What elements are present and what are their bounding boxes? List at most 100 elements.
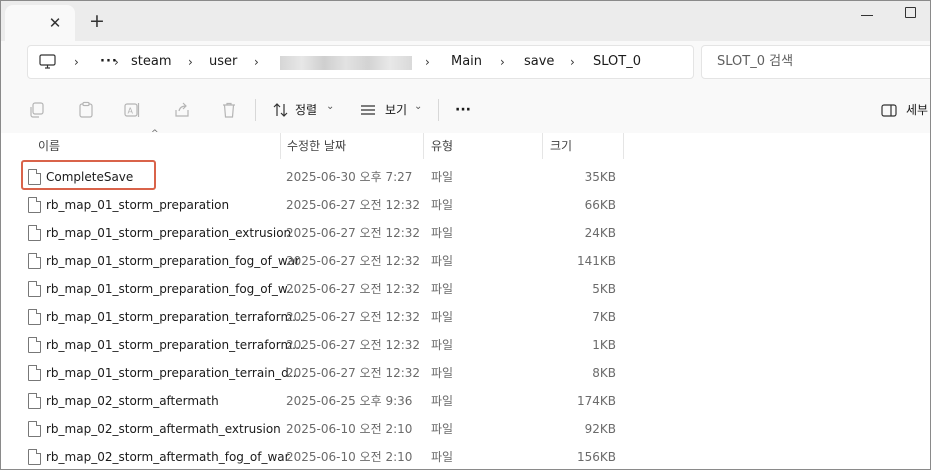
breadcrumb-main[interactable]: Main — [451, 46, 482, 78]
table-row[interactable]: rb_map_01_storm_preparation_terraform...… — [1, 303, 930, 331]
table-row[interactable]: rb_map_02_storm_aftermath_fog_of_war 202… — [1, 443, 930, 469]
file-type: 파일 — [431, 422, 454, 436]
column-divider[interactable] — [623, 133, 624, 159]
address-bar[interactable]: › ··· › steam › user › › Main › save › S… — [27, 45, 694, 79]
file-type: 파일 — [431, 366, 454, 380]
column-header-size[interactable]: 크기 — [550, 133, 572, 159]
chevron-down-icon: ⌄ — [326, 101, 335, 112]
file-size: 141KB — [576, 254, 616, 268]
breadcrumb-save[interactable]: save — [524, 46, 554, 78]
file-type: 파일 — [431, 254, 454, 268]
file-size: 24KB — [584, 226, 616, 240]
table-row[interactable]: rb_map_01_storm_preparation_terrain_d...… — [1, 359, 930, 387]
file-size: 92KB — [584, 422, 616, 436]
chevron-right-icon[interactable]: › — [500, 46, 505, 78]
chevron-right-icon[interactable]: › — [570, 46, 575, 78]
file-size: 1KB — [592, 338, 616, 352]
file-type: 파일 — [431, 198, 454, 212]
table-row[interactable]: rb_map_02_storm_aftermath_extrusion 2025… — [1, 415, 930, 443]
file-size: 7KB — [592, 310, 616, 324]
file-date: 2025-06-27 오전 12:32 — [286, 198, 421, 212]
column-header-type[interactable]: 유형 — [431, 133, 453, 159]
file-icon — [28, 197, 41, 213]
file-name[interactable]: rb_map_01_storm_preparation_fog_of_war — [46, 247, 300, 275]
column-divider[interactable] — [423, 133, 424, 159]
paste-icon[interactable] — [77, 101, 95, 119]
rename-icon[interactable]: A — [123, 101, 141, 119]
file-date: 2025-06-27 오전 12:32 — [286, 254, 421, 268]
breadcrumb-slot0[interactable]: SLOT_0 — [593, 46, 641, 78]
file-icon — [28, 337, 41, 353]
toolbar-divider — [438, 99, 439, 121]
redacted-breadcrumb[interactable] — [280, 56, 412, 70]
table-row[interactable]: rb_map_01_storm_preparation 2025-06-27 오… — [1, 191, 930, 219]
file-size: 8KB — [592, 366, 616, 380]
sort-ascending-icon: ^ — [151, 129, 159, 139]
details-pane-icon — [881, 104, 897, 117]
file-name[interactable]: rb_map_01_storm_preparation_terraform... — [46, 303, 304, 331]
search-input[interactable]: SLOT_0 검색 — [701, 45, 930, 79]
view-icon — [361, 105, 375, 115]
minimize-button[interactable] — [861, 15, 873, 16]
file-name[interactable]: rb_map_02_storm_aftermath_extrusion — [46, 415, 281, 443]
highlight-box — [21, 160, 156, 190]
file-name[interactable]: rb_map_01_storm_preparation_fog_of_w... — [46, 275, 298, 303]
file-name[interactable]: rb_map_02_storm_aftermath_fog_of_war — [46, 443, 290, 469]
file-date: 2025-06-10 오전 2:10 — [286, 450, 413, 464]
column-header-row: ^ 이름 수정한 날짜 유형 크기 — [1, 129, 930, 159]
chevron-down-icon: ⌄ — [414, 101, 423, 112]
new-tab-button[interactable]: + — [87, 11, 107, 31]
search-placeholder: SLOT_0 검색 — [717, 54, 794, 69]
toolbar-divider — [255, 99, 256, 121]
table-row[interactable]: rb_map_01_storm_preparation_fog_of_w... … — [1, 275, 930, 303]
column-divider[interactable] — [280, 133, 281, 159]
file-icon — [28, 253, 41, 269]
file-type: 파일 — [431, 226, 454, 240]
sort-icon — [273, 103, 288, 117]
file-icon — [28, 449, 41, 465]
sort-button[interactable]: 정렬 ⌄ — [271, 97, 341, 123]
file-icon — [28, 309, 41, 325]
chevron-right-icon[interactable]: › — [114, 46, 119, 78]
maximize-button[interactable] — [905, 7, 916, 18]
column-header-name[interactable]: 이름 — [38, 133, 60, 159]
close-tab-icon[interactable]: ✕ — [47, 15, 63, 31]
file-explorer-window: ✕ + › ··· › steam › user › › Main › save… — [0, 0, 931, 470]
title-bar: ✕ + — [1, 1, 930, 41]
file-type: 파일 — [431, 394, 454, 408]
file-type: 파일 — [431, 450, 454, 464]
file-name[interactable]: rb_map_02_storm_aftermath — [46, 387, 219, 415]
address-row: › ··· › steam › user › › Main › save › S… — [1, 41, 930, 87]
view-label: 보기 — [385, 103, 408, 117]
command-bar: A 정렬 ⌄ 보기 ⌄ ··· 세부 — [1, 87, 930, 134]
more-options-button[interactable]: ··· — [453, 97, 473, 123]
column-divider[interactable] — [542, 133, 543, 159]
table-row[interactable]: rb_map_01_storm_preparation_extrusion 20… — [1, 219, 930, 247]
monitor-icon[interactable] — [39, 54, 56, 70]
sort-label: 정렬 — [295, 103, 318, 117]
copy-icon[interactable] — [28, 101, 46, 119]
tab-current[interactable]: ✕ — [5, 5, 75, 41]
file-type: 파일 — [431, 310, 454, 324]
details-pane-button[interactable]: 세부 — [881, 97, 930, 123]
file-name[interactable]: rb_map_01_storm_preparation — [46, 191, 229, 219]
chevron-right-icon[interactable]: › — [254, 46, 259, 78]
chevron-right-icon[interactable]: › — [188, 46, 193, 78]
file-type: 파일 — [431, 282, 454, 296]
table-row[interactable]: rb_map_02_storm_aftermath 2025-06-25 오후 … — [1, 387, 930, 415]
delete-icon[interactable] — [220, 101, 238, 119]
file-name[interactable]: rb_map_01_storm_preparation_extrusion — [46, 219, 291, 247]
share-icon[interactable] — [173, 101, 191, 119]
column-header-date[interactable]: 수정한 날짜 — [287, 133, 346, 159]
chevron-right-icon[interactable]: › — [425, 46, 430, 78]
file-name[interactable]: rb_map_01_storm_preparation_terraform... — [46, 331, 304, 359]
table-row[interactable]: rb_map_01_storm_preparation_fog_of_war 2… — [1, 247, 930, 275]
file-type: 파일 — [431, 338, 454, 352]
breadcrumb-steam[interactable]: steam — [131, 46, 172, 78]
chevron-right-icon[interactable]: › — [74, 46, 79, 78]
file-name[interactable]: rb_map_01_storm_preparation_terrain_d... — [46, 359, 300, 387]
table-row[interactable]: rb_map_01_storm_preparation_terraform...… — [1, 331, 930, 359]
view-button[interactable]: 보기 ⌄ — [360, 97, 426, 123]
details-label: 세부 — [906, 103, 929, 117]
breadcrumb-user[interactable]: user — [209, 46, 237, 78]
